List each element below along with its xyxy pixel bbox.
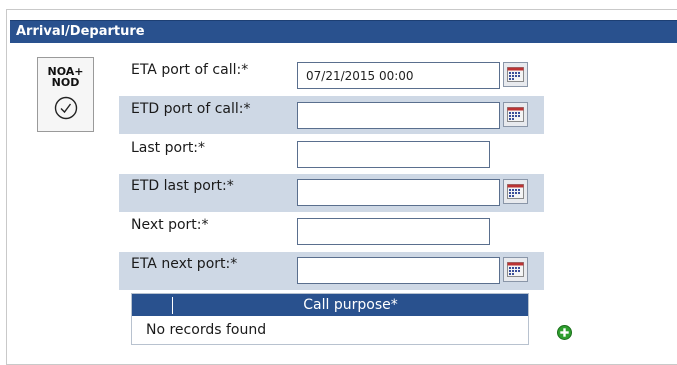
etd-port-of-call-calendar-button[interactable] [503, 102, 528, 127]
call-purpose-grid-header: Call purpose* [132, 294, 528, 316]
etd-last-port-input[interactable] [297, 179, 500, 206]
etd-last-port-label: ETD last port:* [131, 178, 234, 194]
eta-next-port-label: ETA next port:* [131, 256, 238, 272]
eta-next-port-input[interactable] [297, 257, 500, 284]
calendar-icon [507, 184, 524, 199]
eta-port-of-call-calendar-button[interactable] [503, 62, 528, 87]
last-port-label: Last port:* [131, 140, 206, 156]
calendar-icon [507, 67, 524, 82]
etd-port-of-call-label: ETD port of call:* [131, 101, 251, 117]
section-title: Arrival/Departure [16, 24, 145, 39]
badge-line2: NOD [51, 76, 80, 89]
add-call-purpose-button[interactable] [557, 325, 572, 340]
etd-last-port-calendar-button[interactable] [503, 179, 528, 204]
section-header: Arrival/Departure [10, 20, 677, 43]
eta-port-of-call-label: ETA port of call:* [131, 62, 249, 78]
next-port-input[interactable] [297, 218, 490, 245]
empty-records-message: No records found [146, 322, 267, 338]
call-purpose-column-header[interactable]: Call purpose* [173, 297, 528, 313]
noa-nod-badge: NOA+ NOD [37, 57, 94, 132]
next-port-label: Next port:* [131, 217, 209, 233]
clock-icon [54, 96, 78, 120]
last-port-input[interactable] [297, 141, 490, 168]
calendar-icon [507, 262, 524, 277]
eta-next-port-calendar-button[interactable] [503, 257, 528, 282]
calendar-icon [507, 107, 524, 122]
call-purpose-grid: Call purpose* No records found [131, 293, 529, 345]
eta-port-of-call-input[interactable]: 07/21/2015 00:00 [297, 62, 500, 89]
etd-port-of-call-input[interactable] [297, 102, 500, 129]
